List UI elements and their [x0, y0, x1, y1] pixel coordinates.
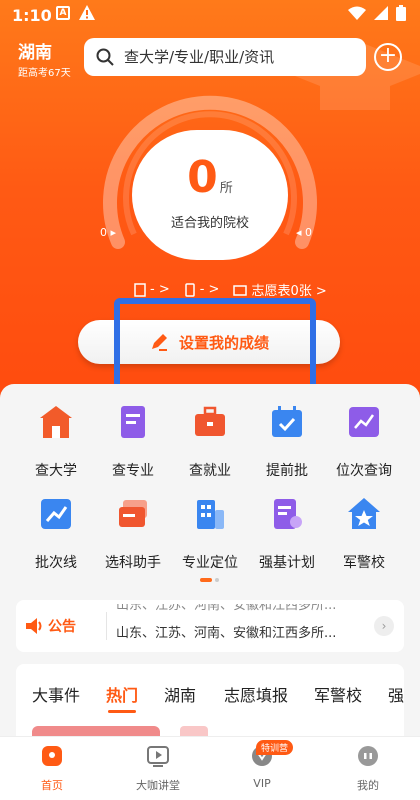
exam-countdown: 距高考67天	[18, 68, 71, 79]
status-time: 1:10	[12, 6, 52, 25]
province-selector[interactable]: 湖南 距高考67天	[18, 38, 71, 79]
highlight-box	[114, 298, 316, 394]
add-button[interactable]: +	[374, 43, 402, 71]
page-dot	[215, 578, 219, 582]
briefcase-icon	[195, 406, 225, 436]
quick-link-volunteer-forms[interactable]: 志愿表0张 >	[233, 280, 327, 299]
vip-badge: 特训营	[256, 740, 294, 755]
phone-icon	[184, 282, 195, 297]
announcement-text: 山东、江苏、河南、安徽和江西多所...	[116, 626, 337, 641]
quick-links: - > - > 志愿表0张 >	[134, 280, 327, 299]
gauge-right-number: 0	[305, 226, 313, 239]
school-icon	[40, 406, 72, 438]
suitable-schools-card[interactable]: 0所 适合我的院校	[132, 130, 288, 260]
tab-military-police[interactable]: 军警校	[314, 682, 362, 706]
page-indicator	[200, 578, 222, 582]
nav-vip-label: VIP	[253, 777, 271, 790]
gauge-left-value: 0 ▸	[100, 226, 117, 239]
grid-item-strong-base-plan[interactable]: 强基计划	[245, 496, 329, 572]
announcement-tag-label: 公告	[48, 619, 76, 635]
grid-item-military-police-school[interactable]: 军警校	[322, 496, 406, 572]
quick-link-document[interactable]: - >	[134, 282, 170, 297]
grid-label: 强基计划	[259, 555, 315, 571]
grid-label: 军警校	[343, 555, 385, 571]
search-input[interactable]	[124, 48, 354, 66]
search-icon	[96, 48, 114, 66]
grid-label: 选科助手	[105, 555, 161, 571]
tab-hot[interactable]: 热门	[106, 682, 138, 706]
tab-more[interactable]: 强	[388, 682, 404, 706]
grid-item-find-university[interactable]: 查大学	[14, 404, 98, 480]
cards-icon	[119, 500, 147, 527]
gauge-left-number: 0	[100, 226, 107, 239]
suitable-schools-count: 0	[187, 152, 218, 203]
chart-icon	[349, 407, 379, 437]
nav-lectures[interactable]: 大咖讲堂	[118, 743, 198, 793]
tab-major-events[interactable]: 大事件	[32, 682, 80, 706]
grid-label: 查大学	[35, 463, 77, 479]
chevron-right-icon[interactable]: ›	[374, 616, 394, 636]
nav-lectures-label: 大咖讲堂	[136, 779, 180, 792]
speaker-icon	[26, 618, 42, 634]
battery-icon	[396, 5, 406, 21]
trend-icon	[41, 499, 71, 529]
search-bar[interactable]	[84, 38, 366, 76]
nav-home-label: 首页	[41, 779, 63, 792]
grid-item-rank-query[interactable]: 位次查询	[322, 404, 406, 480]
grid-label: 位次查询	[336, 463, 392, 479]
announcement-bar[interactable]: 公告 山东、江苏、河南、安徽和江西多所... 山东、江苏、河南、安徽和江西多所.…	[16, 600, 404, 652]
folder-icon	[233, 284, 248, 296]
app-notification-icon: A	[56, 6, 70, 20]
grid-label: 专业定位	[182, 555, 238, 571]
nav-profile[interactable]: 我的	[328, 743, 408, 793]
grid-item-subject-assistant[interactable]: 选科助手	[91, 496, 175, 572]
star-house-icon	[348, 498, 380, 529]
grid-label: 查就业	[189, 463, 231, 479]
announcement-divider	[106, 612, 107, 640]
document-icon	[134, 282, 146, 297]
grid-item-major-positioning[interactable]: 专业定位	[168, 496, 252, 572]
tab-hunan[interactable]: 湖南	[164, 682, 196, 706]
profile-icon	[358, 746, 378, 766]
grid-item-batch-line[interactable]: 批次线	[14, 496, 98, 572]
quick-link-document-label: - >	[150, 282, 170, 297]
book-icon	[121, 406, 145, 438]
quick-link-volunteer-forms-label: 志愿表0张 >	[251, 284, 327, 299]
warning-icon	[79, 5, 95, 20]
plus-icon: +	[378, 43, 398, 68]
status-bar: 1:10 A	[0, 0, 420, 32]
grid-label: 查专业	[112, 463, 154, 479]
announcement-text-scrolling: 山东、江苏、河南、安徽和江西多所...	[116, 604, 337, 613]
grid-item-early-admission[interactable]: 提前批	[245, 404, 329, 480]
bottom-navigation: 首页 大咖讲堂 VIP 我的	[0, 736, 420, 800]
page-dot-active	[200, 578, 212, 582]
announcement-tag: 公告	[24, 616, 76, 636]
doc-badge-icon	[274, 499, 302, 529]
quick-link-phone[interactable]: - >	[184, 282, 220, 297]
calendar-check-icon	[272, 406, 302, 437]
nav-home[interactable]: 首页	[12, 743, 92, 793]
news-tabs-card: 大事件 热门 湖南 志愿填报 军警校 强	[16, 664, 404, 744]
video-icon	[147, 746, 169, 767]
gauge-right-value: ◂ 0	[296, 226, 313, 239]
grid-item-find-employment[interactable]: 查就业	[168, 404, 252, 480]
quick-link-phone-label: - >	[199, 282, 220, 297]
tab-volunteer-filling[interactable]: 志愿填报	[224, 682, 288, 706]
suitable-schools-label: 适合我的院校	[170, 216, 249, 231]
nav-profile-label: 我的	[357, 779, 379, 792]
wifi-icon	[348, 6, 366, 20]
home-icon	[42, 746, 62, 766]
signal-icon	[374, 6, 388, 20]
grid-item-find-major[interactable]: 查专业	[91, 404, 175, 480]
province-name[interactable]: 湖南	[18, 38, 71, 63]
grid-label: 批次线	[35, 555, 77, 571]
grid-label: 提前批	[266, 463, 308, 479]
building-icon	[197, 500, 224, 529]
active-tab-indicator	[108, 710, 136, 713]
count-unit: 所	[219, 181, 233, 196]
